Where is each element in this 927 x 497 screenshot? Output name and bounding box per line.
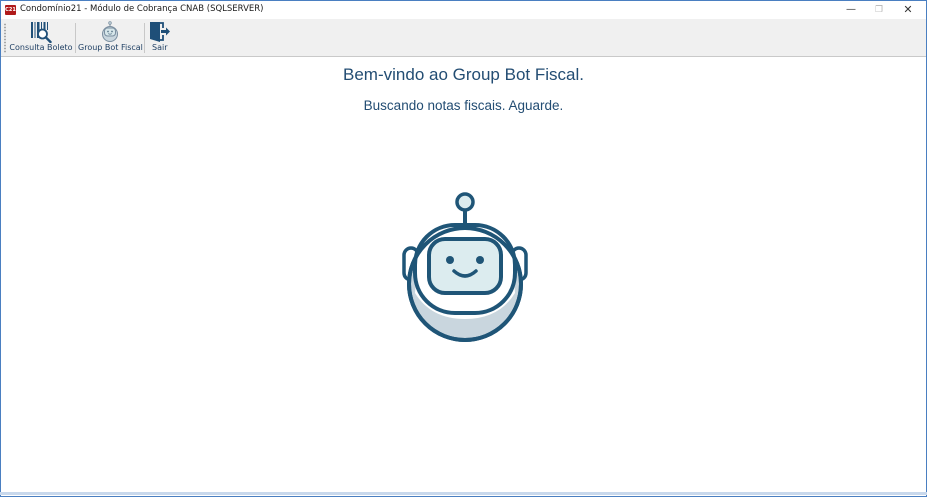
exit-door-icon <box>150 22 170 42</box>
consulta-boleto-button[interactable]: Consulta Boleto <box>9 19 73 56</box>
toolbar-separator <box>75 23 76 53</box>
maximize-button[interactable]: ❐ <box>865 1 893 19</box>
window-title: Condomínio21 - Módulo de Cobrança CNAB (… <box>20 4 264 14</box>
toolbar-separator <box>144 23 145 53</box>
app-window: C21 Condomínio21 - Módulo de Cobrança CN… <box>0 0 927 497</box>
toolbar: Consulta Boleto Group Bot Fiscal Sair <box>1 19 926 57</box>
sair-button[interactable]: Sair <box>147 19 173 56</box>
title-bar[interactable]: C21 Condomínio21 - Módulo de Cobrança CN… <box>1 1 926 19</box>
robot-icon <box>102 21 118 42</box>
window-bottom-edge <box>0 492 927 495</box>
minimize-button[interactable]: — <box>837 1 865 19</box>
barcode-search-icon <box>31 22 52 43</box>
robot-icon <box>402 192 528 342</box>
group-bot-fiscal-label: Group Bot Fiscal <box>78 43 143 52</box>
status-message: Buscando notas fiscais. Aguarde. <box>363 98 564 113</box>
group-bot-fiscal-button[interactable]: Group Bot Fiscal <box>78 19 143 56</box>
app-logo-icon: C21 <box>5 5 16 15</box>
consulta-boleto-label: Consulta Boleto <box>9 43 73 52</box>
toolbar-grip[interactable] <box>4 23 6 53</box>
close-button[interactable]: ✕ <box>894 1 922 19</box>
sair-label: Sair <box>152 43 168 52</box>
main-content: Bem-vindo ao Group Bot Fiscal. Buscando … <box>1 57 926 496</box>
welcome-heading: Bem-vindo ao Group Bot Fiscal. <box>343 65 584 84</box>
